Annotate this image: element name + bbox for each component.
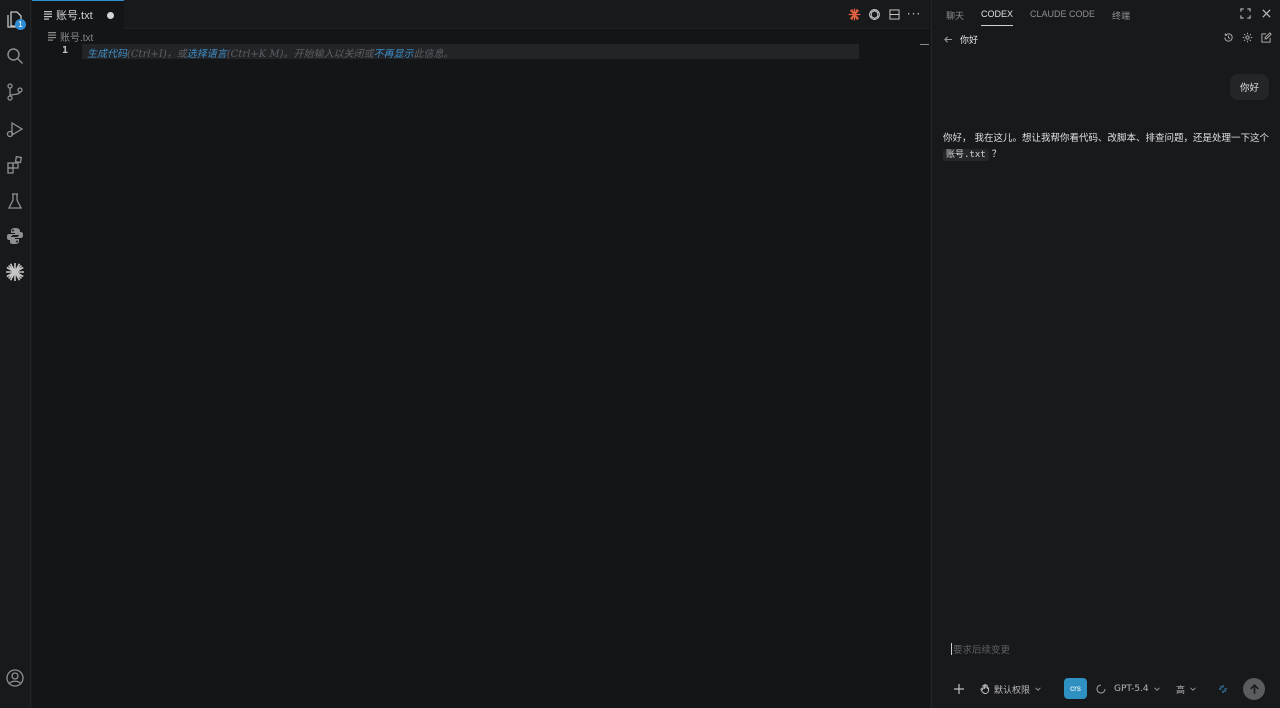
new-chat-icon[interactable] [1261,32,1272,43]
tab-claude-code[interactable]: CLAUDE CODE [1030,9,1095,23]
chevron-down-icon [1190,687,1196,691]
panel-window-controls [1240,8,1272,19]
empty-editor-hint: 生成代码(Ctrl+I)，或选择语言(Ctrl+K M)。开始输入以关闭或不再显… [87,45,454,60]
tab-terminal[interactable]: 终端 [1112,9,1130,23]
chat-header: 你好 [944,33,978,46]
chevron-down-icon [1035,687,1041,691]
chat-title: 你好 [960,36,979,46]
user-message-bubble: 你好 [1229,74,1269,100]
arrow-up-icon [1249,683,1259,694]
permission-dropdown[interactable]: 默认权限 [980,677,1042,701]
text-file-icon [48,31,56,41]
python-icon[interactable] [3,224,27,248]
testing-flask-icon[interactable] [3,189,27,213]
maximize-icon[interactable] [1240,8,1251,19]
assistant-text: 你好， 我在这儿。想让我帮你看代码、改脚本、排查问题，还是处理一下这个 [943,133,1270,144]
close-icon[interactable] [1261,8,1272,19]
claude-code-icon[interactable] [846,6,862,22]
assistant-message: 你好， 我在这儿。想让我帮你看代码、改脚本、排查问题，还是处理一下这个 账号.t… [943,131,1273,163]
dont-show-again-link[interactable]: 不再显示 [374,49,414,60]
profile-chip[interactable]: crs [1064,678,1087,699]
history-icon[interactable] [1223,32,1234,43]
split-editor-icon[interactable] [886,6,902,22]
unsaved-dot-icon[interactable] [107,12,114,19]
search-icon[interactable] [3,44,27,68]
claude-starburst-icon[interactable] [3,260,27,284]
permission-label: 默认权限 [994,685,1031,696]
run-debug-icon[interactable] [3,117,27,141]
minimap-slider[interactable] [920,44,929,45]
editor-tab-bar: 账号.txt ··· [32,0,930,29]
model-label: GPT-5.4 [1114,684,1149,694]
chat-panel: 聊天 CODEX CLAUDE CODE 终端 你好 你好 你好， 我在这儿。想… [931,0,1280,708]
add-attachment-button[interactable] [954,677,964,701]
composer-toolbar: 默认权限 crs GPT-5.4 高 [932,677,1280,701]
plus-icon [954,684,964,694]
extensions-icon[interactable] [3,153,27,177]
sparkle-mode-button[interactable] [1218,677,1228,701]
hint-text-1: (Ctrl+I)，或 [127,49,187,60]
spinner-icon [1096,684,1106,694]
tab-label: 账号.txt [56,10,93,22]
select-language-link[interactable]: 选择语言 [187,49,227,60]
settings-gear-icon[interactable] [1242,32,1253,43]
editor-area: 账号.txt ··· 账号.txt 1 生成代码(Ctrl+I)，或选择语言(C… [32,0,930,708]
generate-code-link[interactable]: 生成代码 [87,49,127,60]
assistant-text-tail: ？ [991,149,1002,160]
editor-actions: ··· [846,6,922,22]
more-actions-icon[interactable]: ··· [906,6,922,22]
back-arrow-icon[interactable] [944,35,953,44]
breadcrumb[interactable]: 账号.txt [48,29,93,44]
model-dropdown[interactable]: GPT-5.4 [1096,677,1161,701]
composer-placeholder: 要求后续变更 [953,645,1011,656]
hint-text-2: (Ctrl+K M)。开始输入以关闭或 [226,49,374,60]
text-file-icon [44,10,52,20]
activity-bar: 1 [0,0,31,708]
tab-account-file[interactable]: 账号.txt [32,0,124,29]
explorer-badge: 1 [15,19,26,30]
hint-text-3: 此信息。 [413,49,454,60]
tab-chat[interactable]: 聊天 [946,9,964,23]
send-button[interactable] [1243,678,1265,700]
line-number: 1 [61,45,68,56]
tab-codex[interactable]: CODEX [981,9,1014,26]
effort-label: 高 [1176,685,1186,696]
breadcrumb-file[interactable]: 账号.txt [60,29,93,44]
openai-codex-icon[interactable] [866,6,882,22]
panel-tabs: 聊天 CODEX CLAUDE CODE 终端 [946,9,1130,26]
composer-input[interactable]: 要求后续变更 [951,642,1251,656]
source-control-icon[interactable] [3,80,27,104]
sparkle-icon [1219,685,1227,693]
effort-dropdown[interactable]: 高 [1176,677,1197,701]
inline-code-filename: 账号.txt [943,149,989,161]
account-icon[interactable] [3,666,27,690]
chat-tools [1223,32,1272,43]
hand-icon [980,684,990,694]
chevron-down-icon [1153,687,1160,691]
